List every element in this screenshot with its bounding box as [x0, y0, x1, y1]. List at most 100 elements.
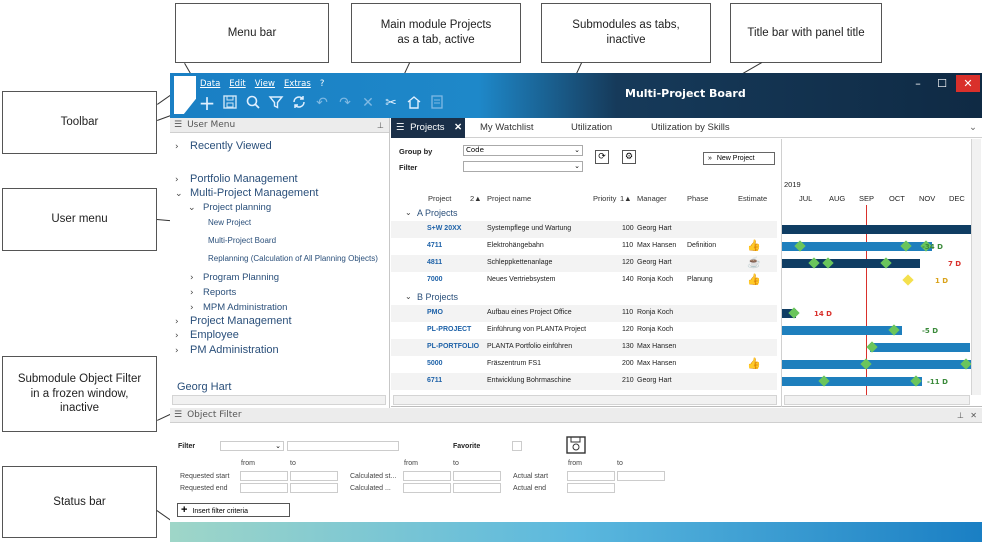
table-row[interactable]: 7000 Neues Vertriebsystem 140 Ronja Koch… [391, 272, 777, 289]
project-id[interactable]: 7000 [427, 276, 443, 283]
menu-help[interactable]: ? [320, 79, 325, 89]
chevron-down-icon[interactable]: ⌄ [405, 292, 412, 301]
horizontal-scrollbar[interactable] [393, 395, 777, 405]
filter-text-input[interactable] [287, 441, 399, 451]
undo-icon[interactable]: ↶ [313, 94, 331, 112]
tab-projects[interactable]: ☰ Projects ✕ [391, 118, 465, 138]
calculated-end-to[interactable] [453, 483, 501, 493]
new-project-button[interactable]: » New Project [703, 152, 775, 165]
col-project-sort[interactable]: 2▲ [470, 194, 482, 203]
actual-start-from[interactable] [567, 471, 615, 481]
project-id[interactable]: PL-PROJECT [427, 326, 471, 333]
home-icon[interactable] [405, 94, 423, 112]
requested-start-to[interactable] [290, 471, 338, 481]
pin-icon[interactable]: ⊥ [957, 411, 964, 420]
col-project-name[interactable]: Project name [487, 194, 531, 203]
settings-icon[interactable]: ⚙ [622, 150, 636, 164]
gantt-bar[interactable] [782, 360, 972, 369]
tab-utilization-by-skills[interactable]: Utilization by Skills [651, 118, 730, 138]
delete-icon[interactable]: ✕ [359, 94, 377, 112]
menu-edit[interactable]: Edit [229, 79, 245, 89]
gantt-bar[interactable] [782, 259, 920, 268]
plus-icon[interactable]: + [198, 93, 216, 113]
save-icon[interactable] [566, 436, 586, 454]
filter-select[interactable]: ⌄ [220, 441, 284, 451]
filter-icon[interactable] [267, 94, 285, 112]
filter-select[interactable]: ⌄ [463, 161, 583, 172]
menu-data[interactable]: Data [200, 79, 220, 89]
table-row[interactable]: 4711 Elektrohängebahn 110 Max Hansen Def… [391, 238, 777, 255]
table-row[interactable]: 6711 Entwicklung Bohrmaschine 210 Georg … [391, 373, 777, 390]
redo-icon[interactable]: ↷ [336, 94, 354, 112]
close-icon[interactable]: ✕ [970, 411, 977, 420]
tools-icon[interactable]: ✂ [382, 94, 400, 112]
table-row[interactable]: 4811 Schleppkettenanlage 120 Georg Hart … [391, 255, 777, 272]
group-by-select[interactable]: Code ⌄ [463, 145, 583, 156]
favorite-checkbox[interactable] [512, 441, 522, 451]
calculated-start-to[interactable] [453, 471, 501, 481]
gantt-horizontal-scrollbar[interactable] [784, 395, 970, 405]
minimize-button[interactable]: – [906, 75, 930, 92]
maximize-button[interactable]: ☐ [930, 75, 954, 92]
chevron-down-icon[interactable]: ⌄ [969, 118, 977, 138]
project-id[interactable]: PL-PORTFOLIO [427, 343, 479, 350]
project-id[interactable]: 5000 [427, 360, 443, 367]
sync-icon[interactable]: ⟳ [595, 150, 609, 164]
project-id[interactable]: 4711 [427, 242, 442, 249]
tab-utilization[interactable]: Utilization [571, 118, 612, 138]
menu-view[interactable]: View [255, 79, 275, 89]
gantt-bar[interactable] [870, 343, 970, 352]
menu-project-management[interactable]: Project Management [190, 315, 292, 327]
tab-my-watchlist[interactable]: My Watchlist [480, 118, 533, 138]
col-phase[interactable]: Phase [687, 194, 708, 203]
menu-replanning[interactable]: Replanning (Calculation of All Planning … [208, 254, 378, 263]
table-row[interactable]: S+W 20XX Systempflege und Wartung 100 Ge… [391, 221, 777, 238]
gantt-bar[interactable] [782, 326, 902, 335]
search-icon[interactable] [244, 94, 262, 112]
horizontal-scrollbar[interactable] [172, 395, 386, 405]
menu-new-project[interactable]: New Project [208, 218, 251, 227]
menu-multi-project-management[interactable]: Multi-Project Management [190, 187, 318, 199]
project-id[interactable]: PMO [427, 309, 443, 316]
menu-portfolio-management[interactable]: Portfolio Management [190, 173, 298, 185]
chevron-down-icon[interactable]: ⌄ [405, 208, 412, 217]
close-button[interactable]: ✕ [956, 75, 980, 92]
project-id[interactable]: 4811 [427, 259, 442, 266]
menu-multi-project-board[interactable]: Multi-Project Board [208, 236, 276, 245]
col-manager[interactable]: Manager [637, 194, 667, 203]
menu-reports[interactable]: Reports [203, 287, 236, 298]
requested-start-from[interactable] [240, 471, 288, 481]
requested-end-from[interactable] [240, 483, 288, 493]
save-icon[interactable] [221, 94, 239, 112]
gantt-bar[interactable] [782, 377, 922, 386]
table-row[interactable]: PL-PROJECT Einführung von PLANTA Project… [391, 322, 777, 339]
menu-mpm-administration[interactable]: MPM Administration [203, 302, 287, 313]
col-estimate[interactable]: Estimate [738, 194, 767, 203]
gantt-vertical-scrollbar[interactable] [971, 139, 981, 395]
project-id[interactable]: S+W 20XX [427, 225, 461, 232]
menu-employee[interactable]: Employee [190, 329, 239, 341]
project-id[interactable]: 6711 [427, 377, 442, 384]
col-priority[interactable]: Priority [593, 194, 616, 203]
refresh-icon[interactable] [290, 94, 308, 112]
col-priority-sort[interactable]: 1▲ [620, 194, 632, 203]
col-project[interactable]: Project [428, 194, 451, 203]
hamburger-icon[interactable]: ☰ [396, 122, 405, 133]
actual-end-from[interactable] [567, 483, 615, 493]
calculated-end-from[interactable] [403, 483, 451, 493]
table-row[interactable]: PMO Aufbau eines Project Office 110 Ronj… [391, 305, 777, 322]
menu-extras[interactable]: Extras [284, 79, 311, 89]
requested-end-to[interactable] [290, 483, 338, 493]
menu-program-planning[interactable]: Program Planning [203, 272, 279, 283]
menu-recently-viewed[interactable]: Recently Viewed [190, 140, 272, 152]
insert-filter-criteria-button[interactable]: + Insert filter criteria [177, 503, 290, 517]
table-row[interactable]: 5000 Fräszentrum FS1 200 Max Hansen 👍 [391, 356, 777, 373]
calculated-start-from[interactable] [403, 471, 451, 481]
pin-icon[interactable]: ⊥ [377, 121, 384, 130]
hamburger-icon[interactable]: ☰ [174, 120, 182, 130]
table-row[interactable]: PL-PORTFOLIO PLANTA Portfolio einführen … [391, 339, 777, 356]
actual-start-to[interactable] [617, 471, 665, 481]
menu-pm-administration[interactable]: PM Administration [190, 344, 279, 356]
report-icon[interactable] [428, 94, 446, 112]
gantt-bar[interactable] [782, 225, 972, 234]
